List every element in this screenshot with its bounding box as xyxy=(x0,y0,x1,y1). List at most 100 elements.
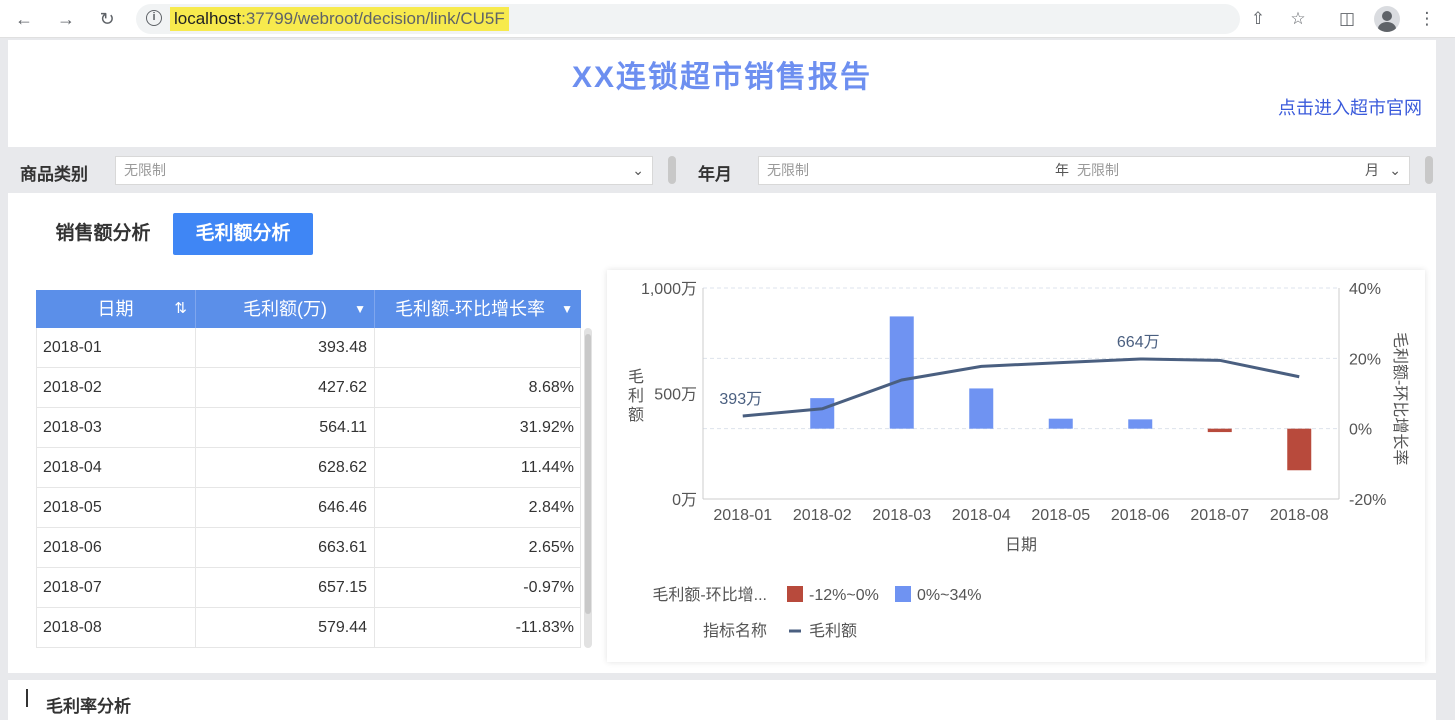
cell-growth: 2.84% xyxy=(375,488,581,528)
category-placeholder: 无限制 xyxy=(124,162,166,178)
side-panel-icon[interactable]: ◫ xyxy=(1337,9,1357,29)
y-left-axis-title-char: 毛 xyxy=(628,368,644,386)
cell-growth xyxy=(375,328,581,368)
x-tick-label: 2018-03 xyxy=(872,507,931,524)
chevron-down-icon: ⌄ xyxy=(1389,162,1401,178)
x-axis-title: 日期 xyxy=(1005,536,1037,554)
sort-icon[interactable]: ⇅ xyxy=(174,290,187,328)
cell-growth: -0.97% xyxy=(375,568,581,608)
bookmark-star-icon[interactable]: ☆ xyxy=(1288,9,1308,29)
y-right-axis-title: 毛利额-环比增长率 xyxy=(1391,332,1409,465)
legend-line-label: 毛利额 xyxy=(809,622,857,640)
x-tick-label: 2018-05 xyxy=(1031,507,1090,524)
cell-growth: 2.65% xyxy=(375,528,581,568)
y-left-axis-title-char: 额 xyxy=(628,406,644,424)
cell-date: 2018-06 xyxy=(36,528,196,568)
legend-swatch-positive xyxy=(895,586,911,602)
table-scroll-thumb[interactable] xyxy=(585,334,591,614)
legend-label-positive: 0%~34% xyxy=(917,587,982,604)
site-info-icon[interactable]: i xyxy=(146,10,162,26)
data-label: 664万 xyxy=(1117,334,1160,351)
table-header: 日期 ⇅ 毛利额(万) ▼ 毛利额-环比增长率 ▼ xyxy=(36,290,581,328)
bar xyxy=(889,316,914,429)
x-tick-label: 2018-06 xyxy=(1111,507,1170,524)
bar xyxy=(810,398,835,429)
legend-bar-title: 毛利额-环比增... xyxy=(652,586,767,604)
cell-date: 2018-03 xyxy=(36,408,196,448)
cell-date: 2018-02 xyxy=(36,368,196,408)
url-text[interactable]: localhost:37799/webroot/decision/link/CU… xyxy=(170,7,509,31)
header-date[interactable]: 日期 ⇅ xyxy=(36,290,196,328)
bar xyxy=(1128,419,1153,429)
x-tick-label: 2018-08 xyxy=(1270,507,1329,524)
filter-scroll-handle[interactable] xyxy=(668,156,676,184)
cell-date: 2018-04 xyxy=(36,448,196,488)
table-row[interactable]: 2018-02 427.62 8.68% xyxy=(36,368,581,408)
section-title: 毛利率分析 xyxy=(46,697,131,716)
browser-toolbar: ← → ↻ i localhost:37799/webroot/decision… xyxy=(0,0,1455,38)
y-left-axis-title-char: 利 xyxy=(628,387,644,405)
tab-profit-analysis[interactable]: 毛利额分析 xyxy=(173,213,313,255)
tab-sales-analysis[interactable]: 销售额分析 xyxy=(44,213,162,255)
dropdown-triangle-icon[interactable]: ▼ xyxy=(559,290,573,328)
cell-growth: 31.92% xyxy=(375,408,581,448)
cell-profit: 657.15 xyxy=(196,568,375,608)
filter-scroll-handle-right[interactable] xyxy=(1425,156,1433,184)
share-icon[interactable]: ⇧ xyxy=(1248,9,1268,29)
table-row[interactable]: 2018-05 646.46 2.84% xyxy=(36,488,581,528)
table-row[interactable]: 2018-06 663.61 2.65% xyxy=(36,528,581,568)
more-menu-icon[interactable]: ⋮ xyxy=(1417,9,1437,29)
profit-chart-card: 1,000万 500万 0万 40% 20% 0% -20% 2018-01 2018-02 20… xyxy=(607,270,1425,662)
bar xyxy=(1048,418,1073,429)
forward-arrow-icon[interactable]: → xyxy=(56,9,76,29)
profile-avatar-icon[interactable] xyxy=(1374,6,1400,32)
x-tick-label: 2018-07 xyxy=(1190,507,1249,524)
y-left-tick-label: 1,000万 xyxy=(641,281,697,298)
cell-growth: 8.68% xyxy=(375,368,581,408)
x-tick-label: 2018-04 xyxy=(952,507,1011,524)
category-filter-label: 商品类别 xyxy=(20,165,88,184)
cell-growth: 11.44% xyxy=(375,448,581,488)
filter-bar: 商品类别 无限制 ⌄ 年 月 无限制 年 无限制 月 ⌄ xyxy=(8,148,1436,192)
cell-profit: 628.62 xyxy=(196,448,375,488)
y-right-tick-label: -20% xyxy=(1349,492,1386,509)
year-unit: 年 xyxy=(1055,162,1069,178)
y-left-tick-label: 0万 xyxy=(672,492,697,509)
table-row[interactable]: 2018-03 564.11 31.92% xyxy=(36,408,581,448)
table-row[interactable]: 2018-08 579.44 -11.83% xyxy=(36,608,581,648)
cell-profit: 564.11 xyxy=(196,408,375,448)
cell-date: 2018-07 xyxy=(36,568,196,608)
header-profit[interactable]: 毛利额(万) ▼ xyxy=(196,290,375,328)
legend-label-negative: -12%~0% xyxy=(809,587,879,604)
category-select[interactable]: 无限制 ⌄ xyxy=(115,156,653,185)
bar xyxy=(1207,428,1232,433)
header-growth-rate[interactable]: 毛利额-环比增长率 ▼ xyxy=(375,290,581,328)
year-placeholder: 无限制 xyxy=(767,162,809,178)
reload-icon[interactable]: ↻ xyxy=(97,9,117,29)
section-marker xyxy=(26,689,28,707)
back-arrow-icon[interactable]: ← xyxy=(14,9,34,29)
x-tick-label: 2018-01 xyxy=(713,507,772,524)
data-label: 393万 xyxy=(719,391,762,408)
month-unit: 月 xyxy=(1365,162,1379,178)
yearmonth-select[interactable]: 无限制 年 无限制 月 ⌄ xyxy=(758,156,1410,185)
legend-swatch-negative xyxy=(787,586,803,602)
chevron-down-icon: ⌄ xyxy=(632,162,644,178)
bar xyxy=(1287,428,1312,471)
address-bar[interactable]: i localhost:37799/webroot/decision/link/… xyxy=(136,4,1240,34)
dropdown-triangle-icon[interactable]: ▼ xyxy=(354,290,366,328)
y-right-tick-label: 40% xyxy=(1349,281,1381,298)
profit-chart: 1,000万 500万 0万 40% 20% 0% -20% 2018-01 2018-02 20… xyxy=(628,281,1409,640)
bar xyxy=(969,388,994,429)
table-row[interactable]: 2018-01 393.48 xyxy=(36,328,581,368)
table-scrollbar[interactable] xyxy=(584,328,592,648)
cell-date: 2018-01 xyxy=(36,328,196,368)
x-tick-label: 2018-02 xyxy=(793,507,852,524)
table-row[interactable]: 2018-04 628.62 11.44% xyxy=(36,448,581,488)
page-title: XX连锁超市销售报告 xyxy=(571,61,873,94)
supermarket-site-link[interactable]: 点击进入超市官网 xyxy=(1278,94,1422,120)
y-right-tick-label: 20% xyxy=(1349,351,1381,368)
cell-profit: 427.62 xyxy=(196,368,375,408)
table-row[interactable]: 2018-07 657.15 -0.97% xyxy=(36,568,581,608)
profit-line xyxy=(742,357,1300,418)
